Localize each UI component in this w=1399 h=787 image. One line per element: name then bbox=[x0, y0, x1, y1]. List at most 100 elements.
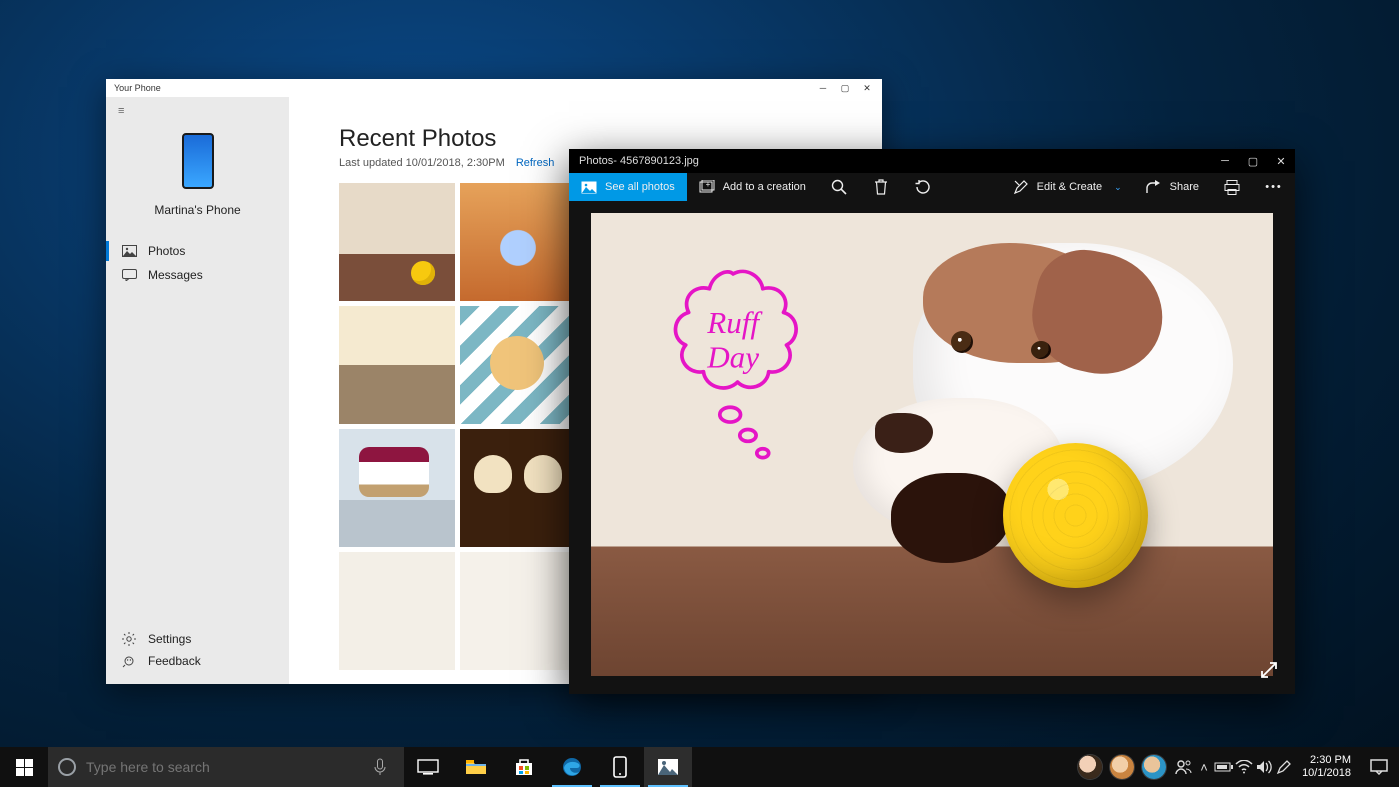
desktop: Your Phone ─ ▢ ✕ ≡ Martina's Phone Pho bbox=[0, 0, 1399, 787]
photo-thumb[interactable] bbox=[339, 306, 455, 424]
photo-stage: Ruff Day bbox=[569, 201, 1295, 694]
taskbar: ˄ 2:30 PM 10/1/2018 bbox=[0, 747, 1399, 787]
creation-icon: + bbox=[699, 179, 715, 195]
last-updated-text: Last updated 10/01/2018, 2:30PM bbox=[339, 157, 505, 169]
taskbar-app-edge[interactable] bbox=[548, 747, 596, 787]
mic-icon[interactable] bbox=[366, 758, 394, 776]
nav-messages-label: Messages bbox=[148, 268, 203, 282]
messages-icon bbox=[120, 267, 138, 283]
action-center-button[interactable] bbox=[1359, 747, 1399, 787]
minimize-button[interactable]: ─ bbox=[1211, 149, 1239, 173]
photo-canvas[interactable]: Ruff Day bbox=[591, 213, 1273, 676]
gear-icon bbox=[120, 631, 138, 647]
more-button[interactable]: ••• bbox=[1253, 173, 1295, 201]
photo-thumb[interactable] bbox=[460, 429, 576, 547]
photos-toolbar: See all photos + Add to a creation bbox=[569, 173, 1295, 201]
print-icon bbox=[1224, 180, 1240, 195]
tray-wifi[interactable] bbox=[1234, 747, 1254, 787]
start-button[interactable] bbox=[0, 747, 48, 787]
task-view-icon bbox=[417, 759, 439, 775]
taskbar-app-store[interactable] bbox=[500, 747, 548, 787]
device-summary: Martina's Phone bbox=[106, 133, 289, 217]
taskbar-search[interactable] bbox=[48, 747, 404, 787]
taskbar-app-photos[interactable] bbox=[644, 747, 692, 787]
tray-contacts bbox=[1070, 747, 1174, 787]
cortana-icon bbox=[58, 758, 76, 776]
store-icon bbox=[514, 757, 534, 777]
pinned-contact[interactable] bbox=[1110, 755, 1134, 779]
file-explorer-icon bbox=[465, 758, 487, 776]
phone-app-icon bbox=[613, 756, 627, 778]
people-button[interactable] bbox=[1174, 747, 1194, 787]
rotate-button[interactable] bbox=[902, 173, 944, 201]
share-button[interactable]: Share bbox=[1134, 173, 1211, 201]
ink-annotation: Ruff Day bbox=[621, 268, 846, 468]
hamburger-icon[interactable]: ≡ bbox=[106, 103, 136, 119]
tray-clock[interactable]: 2:30 PM 10/1/2018 bbox=[1294, 747, 1359, 787]
action-center-icon bbox=[1370, 759, 1388, 775]
your-phone-titlebar[interactable]: Your Phone ─ ▢ ✕ bbox=[106, 79, 882, 97]
nav-photos-label: Photos bbox=[148, 244, 185, 258]
maximize-button[interactable]: ▢ bbox=[834, 79, 856, 97]
pinned-contact[interactable] bbox=[1078, 755, 1102, 779]
print-button[interactable] bbox=[1211, 173, 1253, 201]
more-icon: ••• bbox=[1265, 181, 1283, 193]
pen-icon bbox=[1276, 759, 1292, 775]
chevron-up-icon: ˄ bbox=[1200, 760, 1208, 775]
battery-icon bbox=[1214, 761, 1234, 773]
pinned-contact[interactable] bbox=[1142, 755, 1166, 779]
add-to-creation-label: Add to a creation bbox=[723, 181, 806, 193]
close-button[interactable]: ✕ bbox=[856, 79, 878, 97]
wifi-icon bbox=[1235, 760, 1253, 774]
see-all-photos-label: See all photos bbox=[605, 181, 675, 193]
photo-thumb[interactable] bbox=[460, 552, 576, 670]
your-phone-title: Your Phone bbox=[110, 83, 161, 93]
maximize-button[interactable]: ▢ bbox=[1239, 149, 1267, 173]
nav-feedback-label: Feedback bbox=[148, 654, 201, 668]
tray-volume[interactable] bbox=[1254, 747, 1274, 787]
add-to-creation-button[interactable]: + Add to a creation bbox=[687, 173, 818, 201]
annotation-line1: Ruff bbox=[706, 305, 763, 340]
photos-app-icon bbox=[658, 759, 678, 775]
taskbar-app-your-phone[interactable] bbox=[596, 747, 644, 787]
see-all-photos-button[interactable]: See all photos bbox=[569, 173, 687, 201]
windows-icon bbox=[16, 759, 33, 776]
delete-button[interactable] bbox=[860, 173, 902, 201]
phone-illustration-icon bbox=[182, 133, 214, 189]
edit-create-label: Edit & Create bbox=[1037, 181, 1102, 193]
expand-icon bbox=[1260, 661, 1278, 679]
your-phone-sidebar: ≡ Martina's Phone Photos bbox=[106, 97, 289, 684]
photo-thumb[interactable] bbox=[339, 183, 455, 301]
photos-titlebar[interactable]: Photos- 4567890123.jpg ─ ▢ ✕ bbox=[569, 149, 1295, 173]
annotation-line2: Day bbox=[706, 339, 759, 374]
nav-messages[interactable]: Messages bbox=[106, 263, 289, 287]
nav-feedback[interactable]: Feedback bbox=[106, 650, 289, 672]
nav-settings[interactable]: Settings bbox=[106, 628, 289, 650]
share-icon bbox=[1146, 179, 1162, 195]
taskbar-app-explorer[interactable] bbox=[452, 747, 500, 787]
minimize-button[interactable]: ─ bbox=[812, 79, 834, 97]
device-name: Martina's Phone bbox=[154, 203, 240, 217]
edit-icon bbox=[1013, 179, 1029, 195]
tray-battery[interactable] bbox=[1214, 747, 1234, 787]
task-view-button[interactable] bbox=[404, 747, 452, 787]
chevron-down-icon: ⌄ bbox=[1114, 182, 1122, 193]
nav-settings-label: Settings bbox=[148, 632, 191, 646]
nav-photos[interactable]: Photos bbox=[106, 239, 289, 263]
tray-overflow-button[interactable]: ˄ bbox=[1194, 747, 1214, 787]
tray-ink[interactable] bbox=[1274, 747, 1294, 787]
clock-time: 2:30 PM bbox=[1302, 754, 1351, 767]
fullscreen-button[interactable] bbox=[1255, 656, 1283, 684]
photo-thumb[interactable] bbox=[460, 306, 576, 424]
photo-thumb[interactable] bbox=[460, 183, 576, 301]
photos-viewer-window: Photos- 4567890123.jpg ─ ▢ ✕ See all pho… bbox=[569, 149, 1295, 694]
refresh-link[interactable]: Refresh bbox=[516, 157, 555, 169]
zoom-button[interactable] bbox=[818, 173, 860, 201]
edit-create-button[interactable]: Edit & Create ⌄ bbox=[1001, 173, 1134, 201]
close-button[interactable]: ✕ bbox=[1267, 149, 1295, 173]
photo-thumb[interactable] bbox=[339, 429, 455, 547]
zoom-icon bbox=[831, 179, 847, 195]
photo-thumb[interactable] bbox=[339, 552, 455, 670]
search-input[interactable] bbox=[86, 759, 356, 775]
edge-icon bbox=[562, 757, 582, 777]
